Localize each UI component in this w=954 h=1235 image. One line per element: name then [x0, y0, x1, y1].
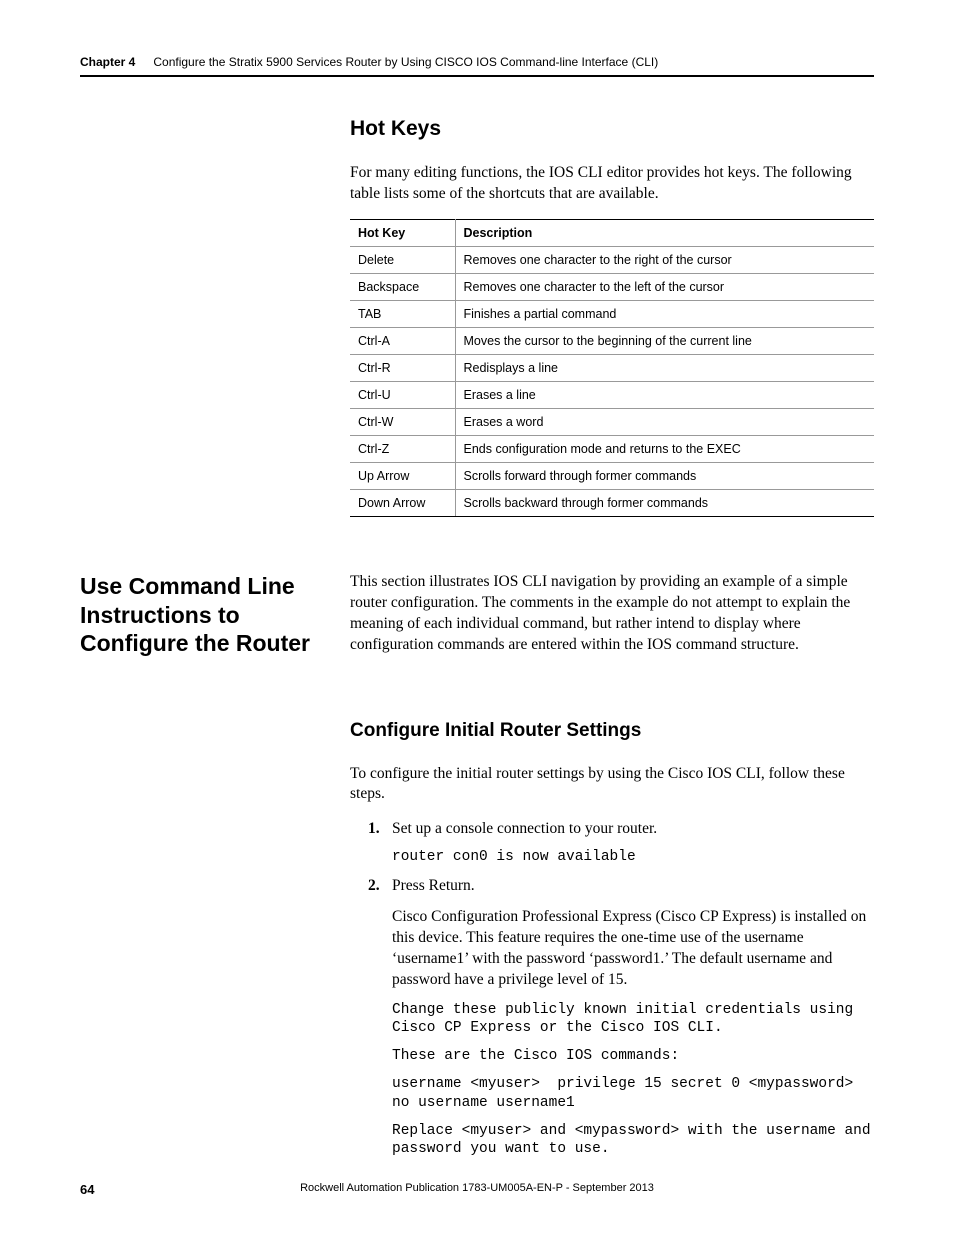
- table-row: Ctrl-RRedisplays a line: [350, 354, 874, 381]
- hotkey-desc: Redisplays a line: [455, 354, 874, 381]
- configure-steps: Set up a console connection to your rout…: [372, 819, 874, 1158]
- chapter-label: Chapter 4: [80, 55, 135, 69]
- step-2-code-c: username <myuser> privilege 15 secret 0 …: [392, 1075, 874, 1111]
- table-row: Ctrl-AMoves the cursor to the beginning …: [350, 327, 874, 354]
- hotkey-key: Backspace: [350, 273, 455, 300]
- page-header: Chapter 4 Configure the Stratix 5900 Ser…: [80, 55, 874, 69]
- hotkey-desc: Scrolls backward through former commands: [455, 489, 874, 516]
- step-1-text: Set up a console connection to your rout…: [392, 820, 657, 837]
- table-row: TABFinishes a partial command: [350, 300, 874, 327]
- table-row: Ctrl-ZEnds configuration mode and return…: [350, 435, 874, 462]
- hotkey-desc: Erases a word: [455, 408, 874, 435]
- hotkey-key: Ctrl-A: [350, 327, 455, 354]
- hotkey-key: Ctrl-R: [350, 354, 455, 381]
- hotkey-key: Delete: [350, 246, 455, 273]
- hotkey-key: TAB: [350, 300, 455, 327]
- step-2-text: Press Return.: [392, 877, 475, 894]
- page-footer: 64 Rockwell Automation Publication 1783-…: [80, 1182, 874, 1197]
- hotkeys-title: Hot Keys: [350, 117, 874, 141]
- hotkey-key: Ctrl-Z: [350, 435, 455, 462]
- step-2-para: Cisco Configuration Professional Express…: [392, 907, 874, 991]
- table-row: Up ArrowScrolls forward through former c…: [350, 462, 874, 489]
- cli-section-title: Use Command Line Instructions to Configu…: [80, 572, 320, 658]
- hotkey-desc: Erases a line: [455, 381, 874, 408]
- step-1-code: router con0 is now available: [392, 848, 874, 866]
- header-rule: [80, 75, 874, 77]
- table-row: Down ArrowScrolls backward through forme…: [350, 489, 874, 516]
- hotkey-desc: Removes one character to the left of the…: [455, 273, 874, 300]
- hotkey-desc: Ends configuration mode and returns to t…: [455, 435, 874, 462]
- step-2-code-b: These are the Cisco IOS commands:: [392, 1047, 874, 1065]
- hotkeys-intro: For many editing functions, the IOS CLI …: [350, 163, 874, 205]
- hotkey-key: Ctrl-W: [350, 408, 455, 435]
- chapter-title: Configure the Stratix 5900 Services Rout…: [153, 55, 658, 69]
- hotkey-key: Ctrl-U: [350, 381, 455, 408]
- hotkeys-table: Hot Key Description DeleteRemoves one ch…: [350, 219, 874, 517]
- table-row: Ctrl-UErases a line: [350, 381, 874, 408]
- step-1: Set up a console connection to your rout…: [372, 819, 874, 866]
- hotkey-desc: Removes one character to the right of th…: [455, 246, 874, 273]
- hotkey-key: Up Arrow: [350, 462, 455, 489]
- hotkey-desc: Moves the cursor to the beginning of the…: [455, 327, 874, 354]
- configure-intro: To configure the initial router settings…: [350, 764, 874, 806]
- table-header-key: Hot Key: [350, 219, 455, 246]
- table-row: BackspaceRemoves one character to the le…: [350, 273, 874, 300]
- table-row: Ctrl-WErases a word: [350, 408, 874, 435]
- hotkey-desc: Scrolls forward through former commands: [455, 462, 874, 489]
- cli-section-intro: This section illustrates IOS CLI navigat…: [350, 572, 874, 656]
- configure-title: Configure Initial Router Settings: [350, 720, 874, 742]
- publication-info: Rockwell Automation Publication 1783-UM0…: [80, 1182, 874, 1194]
- step-2-code-a: Change these publicly known initial cred…: [392, 1001, 874, 1037]
- step-2-code-d: Replace <myuser> and <mypassword> with t…: [392, 1122, 874, 1158]
- table-header-desc: Description: [455, 219, 874, 246]
- hotkey-key: Down Arrow: [350, 489, 455, 516]
- hotkey-desc: Finishes a partial command: [455, 300, 874, 327]
- table-row: DeleteRemoves one character to the right…: [350, 246, 874, 273]
- step-2: Press Return. Cisco Configuration Profes…: [372, 876, 874, 1157]
